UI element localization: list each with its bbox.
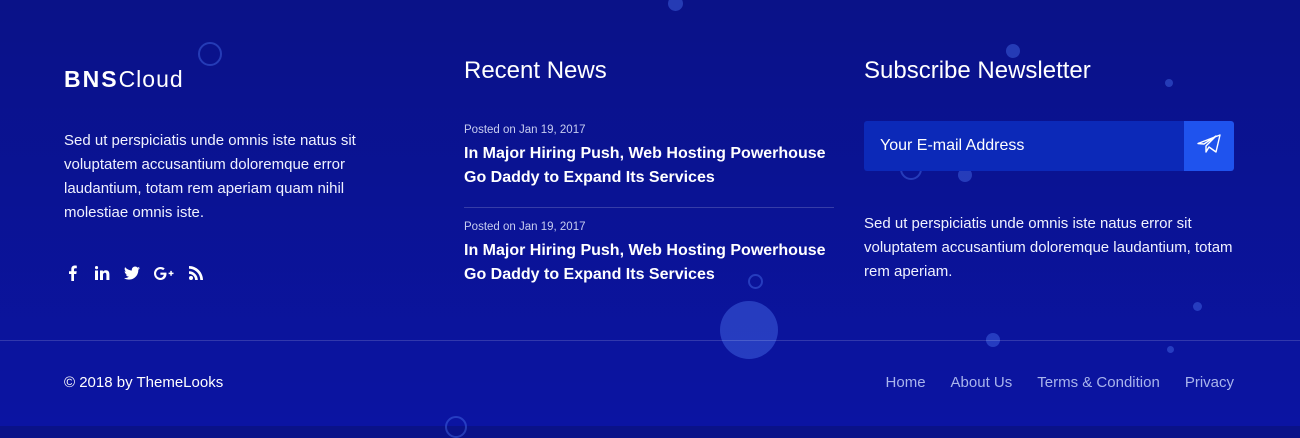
news-title-link[interactable]: In Major Hiring Push, Web Hosting Powerh… <box>464 142 834 190</box>
linkedin-icon[interactable] <box>94 265 110 281</box>
recent-news-heading: Recent News <box>464 57 607 84</box>
email-input[interactable]: Your E-mail Address <box>864 121 1184 171</box>
news-divider <box>464 207 834 208</box>
footer-link-terms[interactable]: Terms & Condition <box>1037 374 1160 391</box>
news-date: Posted on Jan 19, 2017 <box>464 124 586 136</box>
logo[interactable]: BNSCloud <box>64 66 184 93</box>
twitter-icon[interactable] <box>124 265 140 281</box>
about-text: Sed ut perspiciatis unde omnis iste natu… <box>64 132 356 221</box>
google-plus-icon[interactable] <box>154 265 174 281</box>
footer-nav: Home About Us Terms & Condition Privacy <box>886 374 1234 391</box>
rss-icon[interactable] <box>188 265 204 281</box>
paper-plane-icon <box>1197 133 1221 159</box>
social-links <box>64 265 204 281</box>
subscribe-button[interactable] <box>1184 121 1234 171</box>
footer-divider <box>0 340 1300 341</box>
newsletter-heading: Subscribe Newsletter <box>864 57 1091 84</box>
logo-light-text: Cloud <box>118 66 184 92</box>
news-item: Posted on Jan 19, 2017 In Major Hiring P… <box>464 221 834 287</box>
logo-bold-text: BNS <box>64 66 119 92</box>
copyright: © 2018 by ThemeLooks <box>64 374 224 391</box>
facebook-icon[interactable] <box>64 265 80 281</box>
footer-link-about-us[interactable]: About Us <box>951 374 1013 391</box>
news-title-link[interactable]: In Major Hiring Push, Web Hosting Powerh… <box>464 239 834 287</box>
newsletter-text: Sed ut perspiciatis unde omnis iste natu… <box>864 215 1233 280</box>
footer-link-home[interactable]: Home <box>886 374 926 391</box>
news-item: Posted on Jan 19, 2017 In Major Hiring P… <box>464 124 834 190</box>
subscribe-form: Your E-mail Address <box>864 121 1234 171</box>
news-date: Posted on Jan 19, 2017 <box>464 221 586 233</box>
footer-link-privacy[interactable]: Privacy <box>1185 374 1234 391</box>
